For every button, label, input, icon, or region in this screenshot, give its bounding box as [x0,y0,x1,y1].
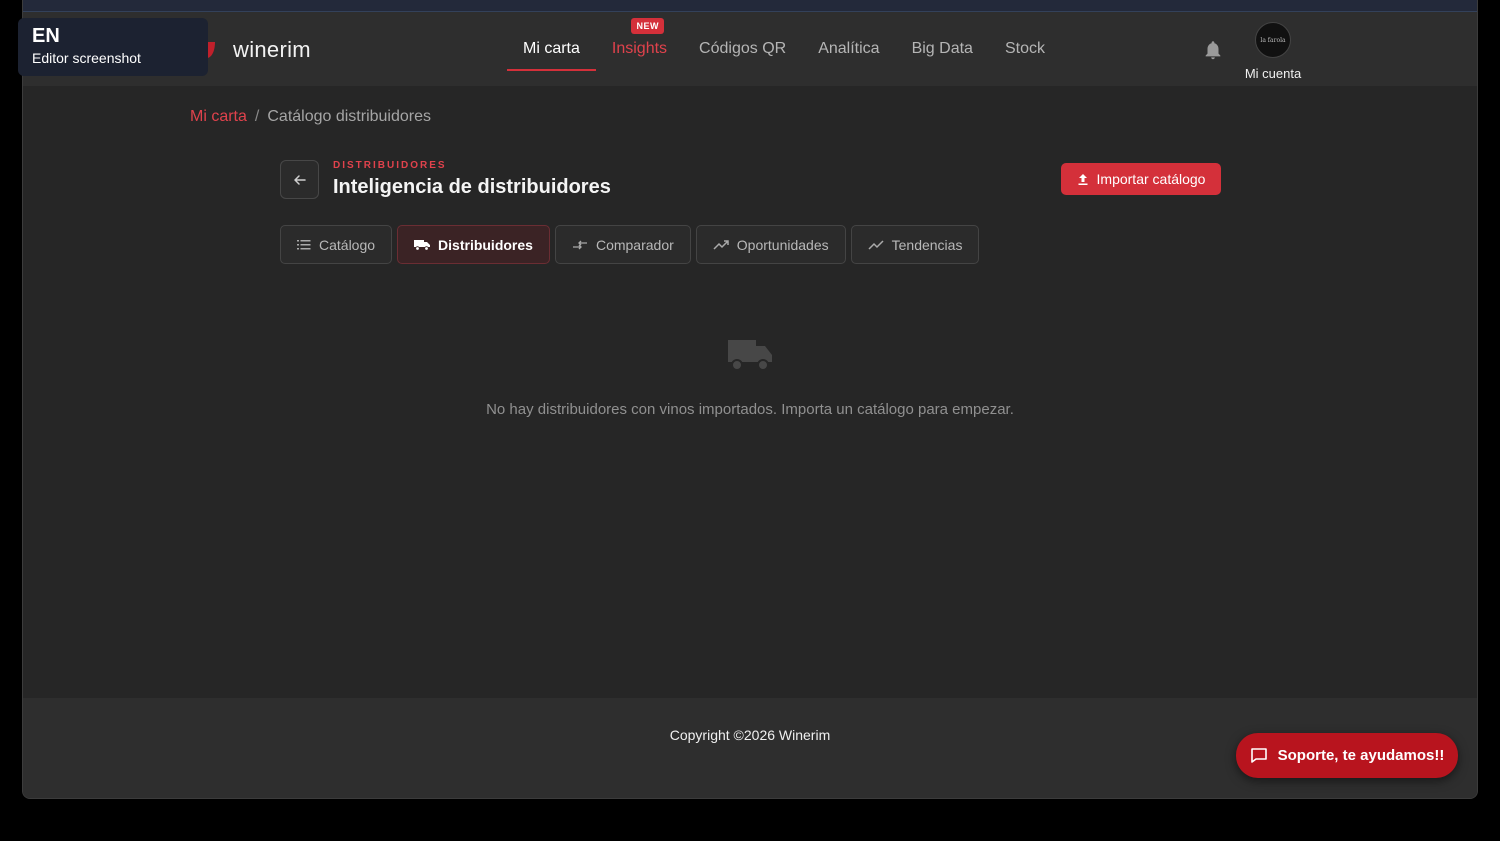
breadcrumb-current: Catálogo distribuidores [267,108,432,125]
main-nav: Mi carta Insights NEW Códigos QR Analíti… [507,12,1061,86]
tab-oportunidades[interactable]: Oportunidades [695,225,846,264]
app-window: winerim Mi carta Insights NEW Códigos QR… [22,0,1478,799]
new-badge: NEW [631,18,664,34]
tab-distribuidores-label: Distribuidores [438,236,533,253]
tab-comparador-label: Comparador [595,236,674,253]
window-top-bar [23,0,1477,12]
language-tooltip[interactable]: EN Editor screenshot [18,18,208,76]
compare-arrows-icon [572,240,587,249]
nav-item-insights[interactable]: Insights NEW [596,12,683,86]
section-tabs: Catálogo Distribuidores Comparador Oport… [280,225,980,264]
language-code: EN [32,25,60,47]
trend-line-icon [868,239,884,250]
import-catalog-label: Importar catálogo [1096,171,1206,187]
nav-item-analitica[interactable]: Analítica [802,12,895,86]
tab-catalogo-label: Catálogo [319,236,376,253]
tab-distribuidores[interactable]: Distribuidores [397,225,550,264]
upload-icon [1078,173,1088,185]
truck-icon [414,239,431,251]
arrow-left-icon [293,174,306,185]
nav-item-stock[interactable]: Stock [989,12,1061,86]
nav-item-mi-carta[interactable]: Mi carta [507,12,596,86]
tab-oportunidades-label: Oportunidades [736,236,829,253]
brand-name: winerim [233,37,311,62]
page-title: Inteligencia de distribuidores [333,176,611,198]
breadcrumb: Mi carta / Catálogo distribuidores [190,108,431,126]
chat-bubble-icon [1250,748,1267,763]
breadcrumb-link-mi-carta[interactable]: Mi carta [190,108,247,126]
nav-item-codigos-qr[interactable]: Códigos QR [683,12,802,86]
tab-tendencias[interactable]: Tendencias [850,225,980,264]
brand[interactable]: winerim [193,36,311,64]
tab-comparador[interactable]: Comparador [554,225,691,264]
section-kicker: DISTRIBUIDORES [333,160,447,171]
truck-icon [728,340,772,371]
account-label: Mi cuenta [1244,66,1302,81]
empty-state: No hay distribuidores con vinos importad… [23,334,1477,418]
list-icon [297,239,311,249]
support-chat-label: Soporte, te ayudamos!! [1277,747,1445,764]
nav-item-insights-label: Insights [611,40,668,57]
nav-item-big-data[interactable]: Big Data [896,12,989,86]
language-subtitle: Editor screenshot [32,50,141,66]
notifications-bell-icon[interactable] [1202,39,1224,61]
tab-tendencias-label: Tendencias [891,236,963,253]
top-navbar: winerim Mi carta Insights NEW Códigos QR… [23,12,1477,86]
avatar: la farola [1255,22,1291,58]
back-button[interactable] [280,160,319,199]
import-catalog-button[interactable]: Importar catálogo [1061,163,1221,195]
support-chat-button[interactable]: Soporte, te ayudamos!! [1236,733,1458,778]
account-menu[interactable]: la farola Mi cuenta [1233,22,1313,81]
breadcrumb-separator: / [254,108,260,125]
tab-catalogo[interactable]: Catálogo [280,225,393,264]
trending-up-icon [713,239,729,250]
empty-state-message: No hay distribuidores con vinos importad… [486,401,1014,418]
avatar-logo-text: la farola [1260,36,1286,44]
